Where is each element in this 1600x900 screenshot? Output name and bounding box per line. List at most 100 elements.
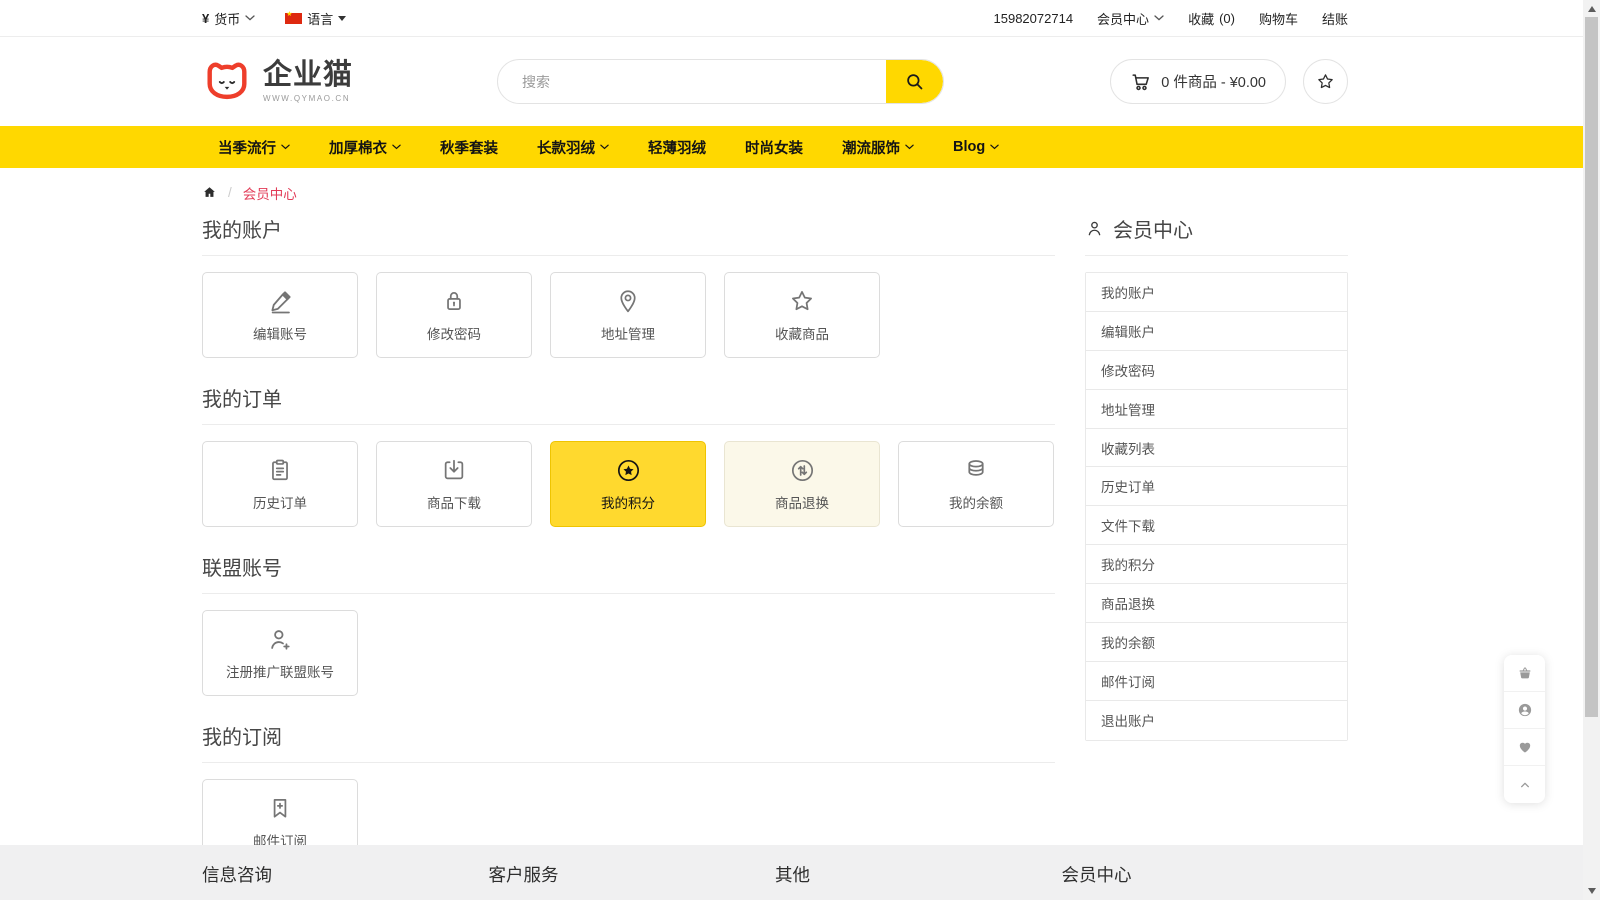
- footer-columns: 信息咨询客户服务其他会员中心: [202, 845, 1348, 887]
- wishlist-button[interactable]: [1303, 59, 1348, 104]
- logo-title: 企业猫: [263, 61, 353, 90]
- footer-column-1: 客户服务: [489, 862, 776, 887]
- chevron-down-icon: [281, 144, 290, 150]
- checkout-link[interactable]: 结账: [1322, 9, 1348, 28]
- card-coins[interactable]: 我的余额: [898, 441, 1054, 527]
- wishlist-count: (0): [1219, 11, 1235, 26]
- float-chevron-up-button[interactable]: [1504, 766, 1545, 803]
- sidebar-item-2[interactable]: 修改密码: [1086, 351, 1347, 390]
- sidebar-list: 我的账户编辑账户修改密码地址管理收藏列表历史订单文件下载我的积分商品退换我的余额…: [1085, 272, 1348, 741]
- search-button[interactable]: [886, 60, 943, 103]
- content-sections: 我的账户编辑账号修改密码 地址管理 收藏商品我的订单历史订单商品下载 我的积分 商品退换…: [202, 202, 1055, 865]
- main-nav: 当季流行 加厚棉衣 秋季套装 长款羽绒 轻薄羽绒 时尚女装 潮流服饰 Blog: [202, 126, 1348, 168]
- section-3: 我的订阅邮件订阅: [202, 721, 1055, 865]
- scroll-down-arrow[interactable]: [1588, 888, 1596, 894]
- card-label: 注册推广联盟账号: [226, 661, 334, 681]
- card-label: 我的余额: [949, 492, 1003, 512]
- chevron-down-icon: [600, 144, 609, 150]
- person-plus-icon: [267, 626, 294, 653]
- nav-item-7[interactable]: Blog: [953, 139, 999, 155]
- search-input[interactable]: [498, 60, 886, 103]
- sidebar-item-9[interactable]: 我的余额: [1086, 623, 1347, 662]
- card-return[interactable]: 商品退换: [724, 441, 880, 527]
- section-2: 联盟账号注册推广联盟账号: [202, 552, 1055, 696]
- card-download[interactable]: 商品下载: [376, 441, 532, 527]
- china-flag-icon: [285, 13, 302, 24]
- sidebar-item-4[interactable]: 收藏列表: [1086, 429, 1347, 468]
- coins-icon: [963, 457, 989, 484]
- card-label: 我的积分: [601, 492, 655, 512]
- card-clipboard[interactable]: 历史订单: [202, 441, 358, 527]
- card-lock[interactable]: 修改密码: [376, 272, 532, 358]
- nav-item-label: 加厚棉衣: [329, 137, 387, 158]
- page-scrollbar[interactable]: [1583, 0, 1600, 900]
- bookmark-plus-icon: [267, 795, 293, 822]
- sidebar-item-6[interactable]: 文件下载: [1086, 506, 1347, 545]
- scroll-up-arrow[interactable]: [1588, 6, 1596, 12]
- nav-item-label: 轻薄羽绒: [648, 137, 706, 158]
- nav-item-5[interactable]: 时尚女装: [745, 137, 803, 158]
- nav-item-6[interactable]: 潮流服饰: [842, 137, 914, 158]
- nav-item-3[interactable]: 长款羽绒: [537, 137, 609, 158]
- sidebar-item-11[interactable]: 退出账户: [1086, 701, 1347, 740]
- currency-selector[interactable]: ¥ 货币: [202, 9, 255, 28]
- section-title: 我的账户: [202, 214, 1055, 256]
- member-center-label: 会员中心: [1097, 9, 1149, 28]
- sidebar-item-8[interactable]: 商品退换: [1086, 584, 1347, 623]
- section-title: 联盟账号: [202, 552, 1055, 594]
- lock-icon: [441, 288, 467, 315]
- nav-item-label: 长款羽绒: [537, 137, 595, 158]
- sidebar-item-7[interactable]: 我的积分: [1086, 545, 1347, 584]
- footer-column-3: 会员中心: [1062, 862, 1349, 887]
- scrollbar-thumb[interactable]: [1585, 17, 1598, 717]
- cart-link[interactable]: 购物车: [1259, 9, 1298, 28]
- section-title: 我的订单: [202, 383, 1055, 425]
- download-icon: [441, 457, 467, 484]
- sidebar-item-10[interactable]: 邮件订阅: [1086, 662, 1347, 701]
- cart-summary-text: 0 件商品 - ¥0.00: [1161, 71, 1266, 92]
- chevron-up-icon: [1517, 777, 1533, 793]
- footer-column-title: 信息咨询: [202, 862, 489, 887]
- heart-icon: [1517, 739, 1533, 755]
- sidebar-item-1[interactable]: 编辑账户: [1086, 312, 1347, 351]
- cat-logo-icon: [202, 59, 252, 104]
- nav-item-4[interactable]: 轻薄羽绒: [648, 137, 706, 158]
- float-heart-button[interactable]: [1504, 729, 1545, 766]
- user-circle-icon: [1517, 702, 1533, 718]
- nav-item-1[interactable]: 加厚棉衣: [329, 137, 401, 158]
- nav-item-0[interactable]: 当季流行: [218, 137, 290, 158]
- card-pencil[interactable]: 编辑账号: [202, 272, 358, 358]
- site-header: 企业猫 WWW.QYMAO.CN 0 件商品 - ¥0.00: [0, 37, 1583, 126]
- topbar: ¥ 货币 语言 15982072714 会员中心: [0, 0, 1583, 37]
- card-location-pin[interactable]: 地址管理: [550, 272, 706, 358]
- card-star[interactable]: 收藏商品: [724, 272, 880, 358]
- phone-number: 15982072714: [994, 11, 1074, 26]
- logo-subtitle: WWW.QYMAO.CN: [263, 94, 353, 103]
- card-label: 修改密码: [427, 323, 481, 343]
- nav-item-label: 潮流服饰: [842, 137, 900, 158]
- sidebar-item-3[interactable]: 地址管理: [1086, 390, 1347, 429]
- card-label: 地址管理: [601, 323, 655, 343]
- float-basket-button[interactable]: [1504, 655, 1545, 692]
- card-star-circle[interactable]: 我的积分: [550, 441, 706, 527]
- home-icon[interactable]: [202, 185, 217, 200]
- member-center-menu[interactable]: 会员中心: [1097, 9, 1164, 28]
- wishlist-link[interactable]: 收藏 (0): [1188, 9, 1235, 28]
- card-person-plus[interactable]: 注册推广联盟账号: [202, 610, 358, 696]
- card-label: 商品下载: [427, 492, 481, 512]
- float-user-circle-button[interactable]: [1504, 692, 1545, 729]
- breadcrumb-current[interactable]: 会员中心: [243, 183, 297, 203]
- language-label: 语言: [307, 9, 333, 28]
- cart-summary-button[interactable]: 0 件商品 - ¥0.00: [1110, 59, 1286, 104]
- basket-icon: [1517, 665, 1533, 681]
- nav-item-label: 时尚女装: [745, 137, 803, 158]
- language-selector[interactable]: 语言: [285, 9, 346, 28]
- sidebar-item-5[interactable]: 历史订单: [1086, 467, 1347, 506]
- chevron-down-icon: [905, 144, 914, 150]
- cart-icon: [1130, 71, 1152, 93]
- breadcrumb-separator: /: [228, 185, 232, 200]
- sidebar-item-0[interactable]: 我的账户: [1086, 273, 1347, 312]
- nav-item-2[interactable]: 秋季套装: [440, 137, 498, 158]
- page-footer: 信息咨询客户服务其他会员中心: [0, 845, 1583, 900]
- site-logo[interactable]: 企业猫 WWW.QYMAO.CN: [202, 59, 497, 104]
